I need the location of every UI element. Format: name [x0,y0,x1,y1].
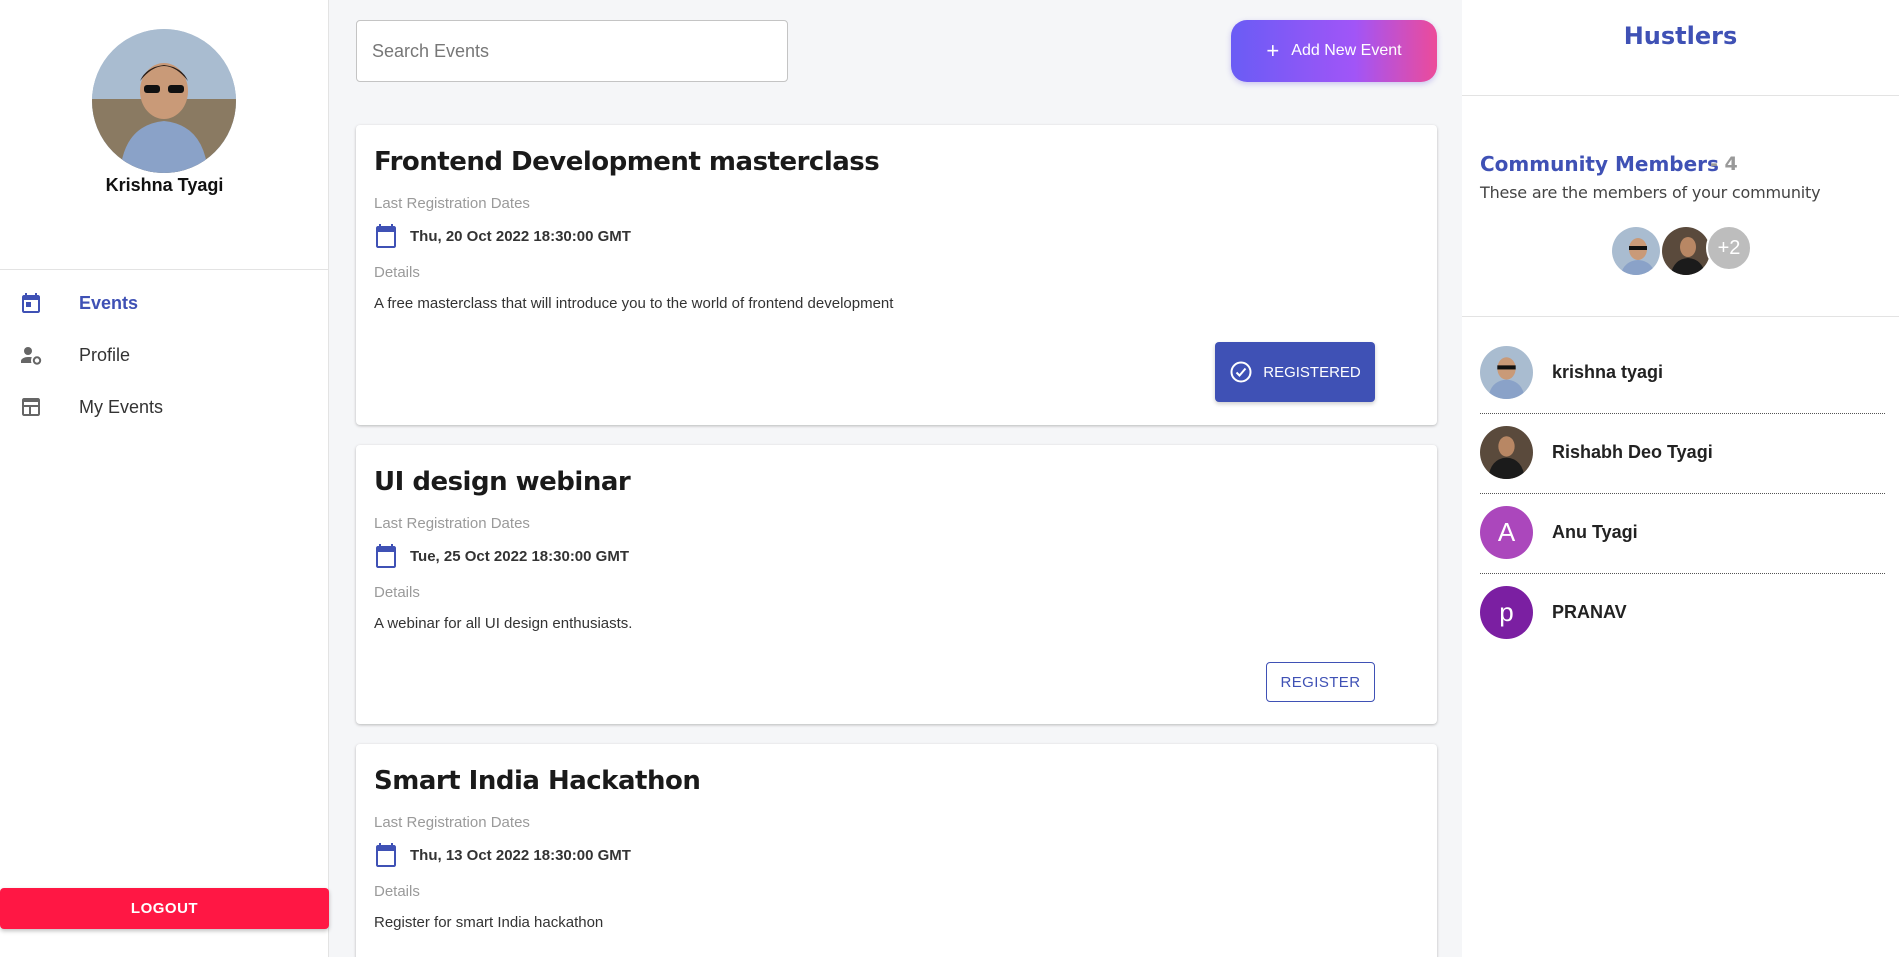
logout-button[interactable]: LOGOUT [0,888,329,929]
member-row[interactable]: A Anu Tyagi [1480,496,1885,574]
member-avatar [1660,225,1712,277]
calendar-icon [376,843,396,867]
divider [0,269,329,270]
user-settings-icon [21,347,42,365]
sidebar: Krishna Tyagi Events Profile My Events L… [0,0,329,957]
plus-icon: + [1266,38,1280,63]
event-description: A free masterclass that will introduce y… [374,295,894,312]
more-members-badge: +2 [1706,225,1752,271]
add-event-button[interactable]: + Add New Event [1231,20,1437,82]
divider [1462,95,1899,96]
member-row[interactable]: krishna tyagi [1480,336,1885,414]
member-name: Rishabh Deo Tyagi [1552,442,1713,462]
profile-avatar [92,29,236,173]
sidebar-item-events[interactable]: Events [0,279,329,327]
search-input[interactable] [356,20,788,82]
sidebar-item-label: Events [79,292,139,313]
registration-date-label: Last Registration Dates [374,195,530,212]
brand-title: Hustlers [1623,22,1738,50]
member-avatar [1480,346,1533,399]
member-avatar: p [1480,586,1533,639]
event-date: Tue, 25 Oct 2022 18:30:00 GMT [410,547,629,565]
calendar-icon [376,544,396,568]
community-count: - 4 [1710,153,1738,175]
event-card: Frontend Development masterclass Last Re… [356,125,1437,425]
sidebar-item-label: Profile [79,344,131,365]
member-name: krishna tyagi [1552,362,1664,382]
event-description: A webinar for all UI design enthusiasts. [374,615,633,632]
event-description: Register for smart India hackathon [374,914,604,931]
member-avatar [1480,426,1533,479]
registered-label: REGISTERED [1263,363,1361,381]
check-circle-icon [1230,361,1252,383]
table-calendar-icon [22,398,40,416]
registered-button[interactable]: REGISTERED [1215,342,1375,402]
details-label: Details [374,584,420,601]
member-row[interactable]: p PRANAV [1480,576,1885,654]
details-label: Details [374,883,420,900]
calendar-icon [22,293,40,313]
sidebar-item-my-events[interactable]: My Events [0,383,329,431]
divider [1480,573,1885,574]
date-row: Thu, 20 Oct 2022 18:30:00 GMT [374,223,631,249]
calendar-icon [376,224,396,248]
add-event-label: Add New Event [1291,42,1402,59]
member-avatar: A [1480,506,1533,559]
member-row[interactable]: Rishabh Deo Tyagi [1480,416,1885,494]
member-name: Anu Tyagi [1552,522,1638,542]
member-avatar [1610,225,1662,277]
community-title: Community Members [1480,152,1719,176]
register-button[interactable]: REGISTER [1266,662,1375,702]
event-title: UI design webinar [374,467,631,497]
divider [1462,316,1899,317]
event-date: Thu, 20 Oct 2022 18:30:00 GMT [410,227,631,245]
sidebar-item-profile[interactable]: Profile [0,331,329,379]
community-subtitle: These are the members of your community [1480,183,1821,202]
event-title: Smart India Hackathon [374,766,701,796]
date-row: Tue, 25 Oct 2022 18:30:00 GMT [374,543,629,569]
event-card: Smart India Hackathon Last Registration … [356,744,1437,957]
event-card: UI design webinar Last Registration Date… [356,445,1437,724]
registration-date-label: Last Registration Dates [374,515,530,532]
event-date: Thu, 13 Oct 2022 18:30:00 GMT [410,846,631,864]
member-name: PRANAV [1552,602,1627,622]
registration-date-label: Last Registration Dates [374,814,530,831]
divider [1480,413,1885,414]
date-row: Thu, 13 Oct 2022 18:30:00 GMT [374,842,631,868]
divider [1480,493,1885,494]
sidebar-item-label: My Events [79,396,164,417]
user-name: Krishna Tyagi [105,175,224,195]
details-label: Details [374,264,420,281]
event-title: Frontend Development masterclass [374,147,880,177]
